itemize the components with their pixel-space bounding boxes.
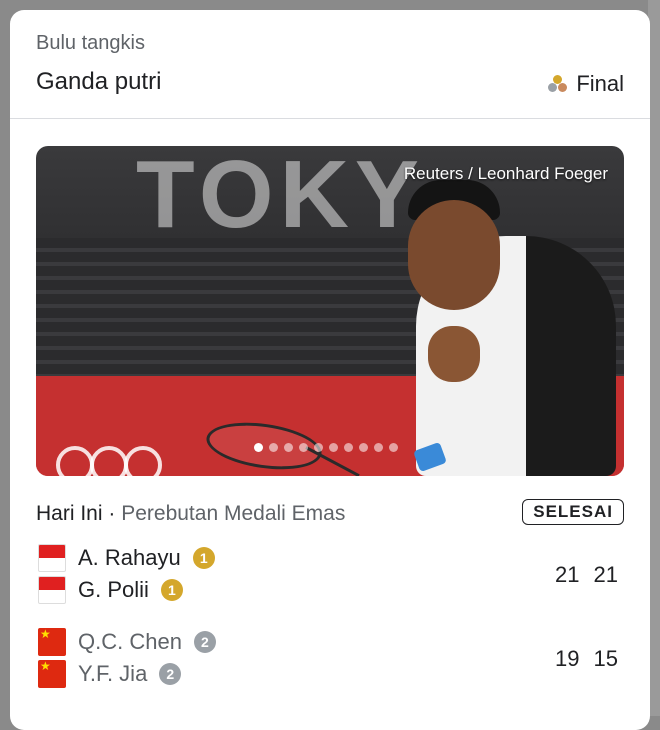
flag-indonesia-icon <box>38 544 66 572</box>
player-name: G. Polii <box>78 577 149 602</box>
medal-icon <box>548 75 568 93</box>
carousel-dot[interactable] <box>284 443 293 452</box>
set-2-score: 15 <box>593 646 618 671</box>
carousel-dot[interactable] <box>344 443 353 452</box>
set-2-score: 21 <box>593 562 618 587</box>
athlete-fist <box>428 326 480 382</box>
player-name: A. Rahayu <box>78 545 181 570</box>
carousel-dot[interactable] <box>314 443 323 452</box>
venue-wall-text: TOKY <box>136 146 425 248</box>
set-1-score: 19 <box>555 646 580 671</box>
athlete-head <box>408 200 500 310</box>
team-1-player-2[interactable]: G. Polii 1 <box>38 576 183 604</box>
player-name: Y.F. Jia <box>78 661 148 686</box>
carousel-dot[interactable] <box>359 443 368 452</box>
sport-label: Bulu tangkis <box>36 32 145 54</box>
match-info: Hari Ini · Perebutan Medali Emas <box>36 502 345 526</box>
carousel-dot[interactable] <box>254 443 263 452</box>
photo-carousel[interactable]: TOKY Reuters / Leonhard Foeger <box>36 146 624 476</box>
carousel-dot[interactable] <box>329 443 338 452</box>
rank-badge: 1 <box>160 579 183 601</box>
carousel-dot[interactable] <box>269 443 278 452</box>
photo-credit: Reuters / Leonhard Foeger <box>403 164 608 183</box>
match-stage: Perebutan Medali Emas <box>121 502 346 525</box>
olympic-match-card[interactable]: Bulu tangkis Ganda putri Final TOKY Reut… <box>10 10 650 730</box>
carousel-dots[interactable] <box>254 443 398 452</box>
status-label: Final <box>576 71 624 96</box>
team-2-player-2[interactable]: Y.F. Jia 2 <box>38 660 182 688</box>
status-indicator: Final <box>548 71 624 97</box>
olympic-rings-icon <box>56 446 196 476</box>
team-1-scores: 21 21 <box>555 562 618 588</box>
carousel-dot[interactable] <box>374 443 383 452</box>
flag-china-icon <box>38 628 66 656</box>
carousel-dot[interactable] <box>389 443 398 452</box>
rank-badge: 2 <box>193 631 216 653</box>
divider <box>10 118 650 119</box>
info-separator: · <box>108 502 116 525</box>
team-1-player-1[interactable]: A. Rahayu 1 <box>38 544 215 572</box>
set-1-score: 21 <box>555 562 580 587</box>
flag-indonesia-icon <box>38 576 66 604</box>
match-day: Hari Ini <box>36 502 103 525</box>
event-title: Ganda putri <box>36 68 162 95</box>
rank-badge: 2 <box>159 663 182 685</box>
rank-badge: 1 <box>192 547 215 569</box>
team-2-player-1[interactable]: Q.C. Chen 2 <box>38 628 216 656</box>
team-2-scores: 19 15 <box>555 646 618 672</box>
carousel-dot[interactable] <box>299 443 308 452</box>
match-state-badge: SELESAI <box>522 499 624 525</box>
player-name: Q.C. Chen <box>78 629 182 654</box>
flag-china-icon <box>38 660 66 688</box>
